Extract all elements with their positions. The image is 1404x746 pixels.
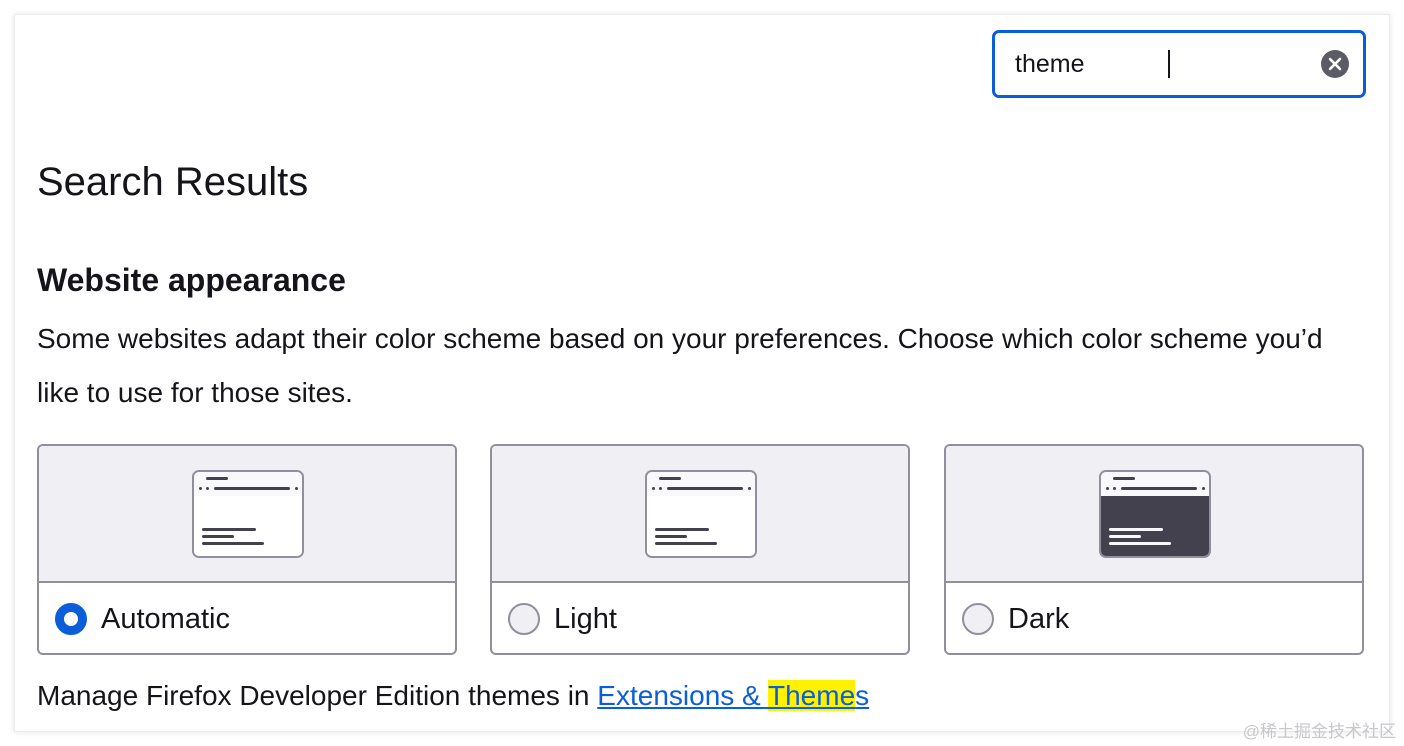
section-description: Some websites adapt their color scheme b…	[37, 323, 1323, 408]
search-input[interactable]: theme	[1015, 50, 1167, 79]
search-box[interactable]: theme	[992, 30, 1366, 98]
option-label: Automatic	[101, 602, 230, 635]
watermark: @稀土掘金技术社区	[1242, 722, 1396, 741]
appearance-options: Automatic Light Dark	[37, 444, 1364, 655]
card-preview	[39, 446, 455, 583]
card-preview	[492, 446, 908, 583]
radio-light[interactable]	[508, 603, 540, 635]
card-preview	[946, 446, 1362, 583]
option-card-light[interactable]: Light	[490, 444, 910, 655]
section-title: Website appearance	[37, 262, 346, 298]
extensions-themes-link[interactable]: Extensions & Themes	[597, 680, 869, 711]
radio-automatic[interactable]	[55, 603, 87, 635]
search-match-highlight: Theme	[768, 680, 856, 711]
close-circle-icon[interactable]	[1321, 50, 1349, 78]
manage-themes-text: Manage Firefox Developer Edition themes …	[37, 680, 869, 712]
text-caret	[1167, 50, 1170, 78]
option-label: Light	[554, 602, 617, 635]
page-title: Search Results	[37, 160, 309, 204]
option-card-dark[interactable]: Dark	[944, 444, 1364, 655]
browser-dark-preview-icon	[1099, 470, 1211, 558]
browser-light-preview-icon	[192, 470, 304, 558]
option-card-automatic[interactable]: Automatic	[37, 444, 457, 655]
manage-themes-prefix: Manage Firefox Developer Edition themes …	[37, 680, 598, 711]
option-label: Dark	[1008, 602, 1070, 635]
radio-dark[interactable]	[962, 603, 994, 635]
browser-light-preview-icon	[645, 470, 757, 558]
